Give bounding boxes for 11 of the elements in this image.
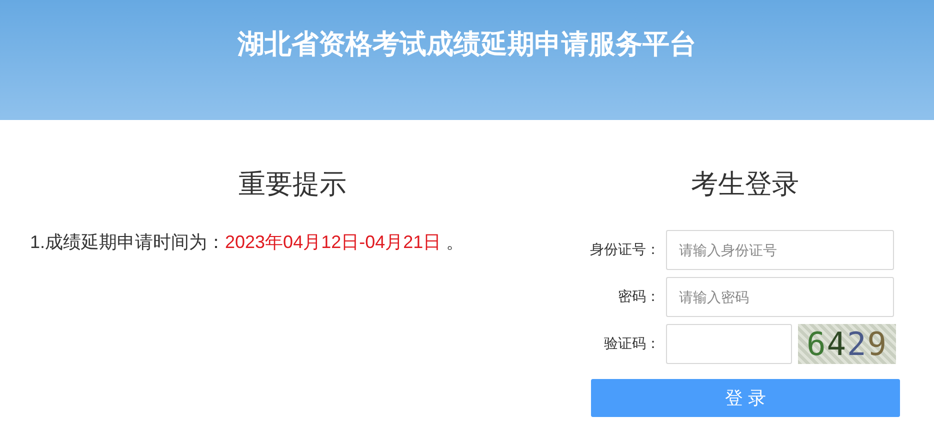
notice-heading: 重要提示 xyxy=(238,168,346,201)
field-label: 身份证号： xyxy=(589,241,660,259)
captcha-image[interactable]: 6429 xyxy=(798,324,896,364)
site-title: 湖北省资格考试成绩延期申请服务平台 xyxy=(238,28,696,61)
login-heading: 考生登录 xyxy=(691,168,799,201)
password-field[interactable]: 请输入密码 xyxy=(666,277,894,317)
captcha-field[interactable] xyxy=(666,324,792,364)
notice-text: 1.成绩延期申请时间为：2023年04月12日-04月21日 。 xyxy=(30,231,466,254)
field-label: 密码： xyxy=(617,288,660,306)
id-number-field[interactable]: 请输入身份证号 xyxy=(666,230,894,270)
field-label: 验证码： xyxy=(603,335,660,353)
